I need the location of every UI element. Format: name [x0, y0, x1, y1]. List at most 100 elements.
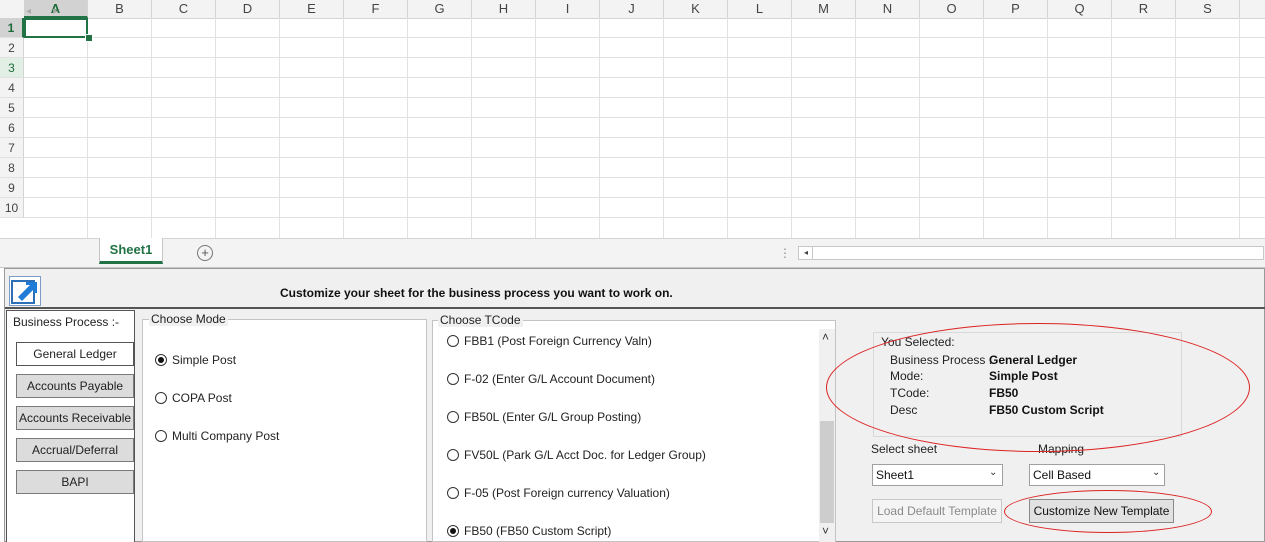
mode-copa-post-label[interactable]: COPA Post: [172, 391, 232, 405]
tcode-f02-radio[interactable]: [447, 373, 459, 385]
column-header-r[interactable]: R: [1112, 0, 1176, 18]
fill-handle[interactable]: [85, 34, 93, 42]
general-ledger-button[interactable]: General Ledger: [16, 342, 134, 366]
tcode-fb50-label[interactable]: FB50 (FB50 Custom Script): [464, 524, 611, 538]
grid-vline: [151, 18, 152, 238]
row-header-1[interactable]: 1: [0, 18, 24, 38]
grid-vline: [663, 18, 664, 238]
title-divider: [5, 307, 1265, 309]
load-default-template-button[interactable]: Load Default Template: [872, 499, 1002, 523]
grid-vline: [855, 18, 856, 238]
business-process-label: Business Process :-: [13, 315, 120, 329]
row-header-5[interactable]: 5: [0, 98, 24, 118]
annotation-ellipse-customize: [1004, 490, 1212, 533]
accounts-receivable-button[interactable]: Accounts Receivable: [16, 406, 134, 430]
grid-hline: [24, 137, 1265, 138]
grid-vline: [1047, 18, 1048, 238]
tcode-fbb1-label[interactable]: FBB1 (Post Foreign Currency Valn): [464, 334, 652, 348]
grid-vline: [791, 18, 792, 238]
annotation-ellipse-selection: [826, 323, 1250, 452]
tcode-fb50-radio[interactable]: [447, 525, 459, 537]
row-header-8[interactable]: 8: [0, 158, 24, 178]
mode-copa-post-radio[interactable]: [155, 392, 167, 404]
tab-splitter-icon[interactable]: ⋮: [779, 246, 791, 260]
column-header-b[interactable]: B: [88, 0, 152, 18]
column-header-e[interactable]: E: [280, 0, 344, 18]
grid-hline: [24, 77, 1265, 78]
tcode-fb50l-label[interactable]: FB50L (Enter G/L Group Posting): [464, 410, 641, 424]
row-header-3[interactable]: 3: [0, 58, 24, 78]
column-header-s[interactable]: S: [1176, 0, 1240, 18]
choose-tcode-group: [432, 320, 836, 542]
grid-vline: [215, 18, 216, 238]
selected-cell-a1[interactable]: [24, 18, 88, 38]
grid-hline: [24, 97, 1265, 98]
mode-multi-company-post-radio[interactable]: [155, 430, 167, 442]
grid-hline: [24, 217, 1265, 218]
grid-hline: [24, 177, 1265, 178]
grid-vline: [407, 18, 408, 238]
choose-mode-label: Choose Mode: [149, 312, 228, 326]
column-header-f[interactable]: F: [344, 0, 408, 18]
row-header-9[interactable]: 9: [0, 178, 24, 198]
tcode-f05-radio[interactable]: [447, 487, 459, 499]
column-header-j[interactable]: J: [600, 0, 664, 18]
prev-sheet-arrow-icon[interactable]: ◂: [26, 6, 31, 17]
row-header-2[interactable]: 2: [0, 38, 24, 58]
mapping-dropdown[interactable]: Cell Based: [1029, 464, 1165, 486]
column-header-l[interactable]: L: [728, 0, 792, 18]
grid-vline: [727, 18, 728, 238]
column-header-m[interactable]: M: [792, 0, 856, 18]
column-header-n[interactable]: N: [856, 0, 920, 18]
scroll-left-icon[interactable]: ◂: [800, 246, 813, 260]
mode-simple-post-radio[interactable]: [155, 354, 167, 366]
row-header-6[interactable]: 6: [0, 118, 24, 138]
bapi-button[interactable]: BAPI: [16, 470, 134, 494]
column-header-q[interactable]: Q: [1048, 0, 1112, 18]
sheet-tab-sheet1[interactable]: Sheet1: [99, 238, 163, 264]
spreadsheet-grid[interactable]: [0, 0, 1265, 238]
accounts-payable-button[interactable]: Accounts Payable: [16, 374, 134, 398]
chevron-down-icon[interactable]: ⌄: [1152, 467, 1160, 478]
grid-vline: [1239, 18, 1240, 238]
column-header-c[interactable]: C: [152, 0, 216, 18]
tcode-fv50l-label[interactable]: FV50L (Park G/L Acct Doc. for Ledger Gro…: [464, 448, 706, 462]
column-header-d[interactable]: D: [216, 0, 280, 18]
horizontal-scrollbar[interactable]: [798, 246, 1264, 260]
app-logo-arrow-icon: [9, 276, 41, 306]
grid-vline: [983, 18, 984, 238]
row-header-7[interactable]: 7: [0, 138, 24, 158]
mapping-value: Cell Based: [1033, 468, 1092, 482]
row-header-4[interactable]: 4: [0, 78, 24, 98]
tcode-fv50l-radio[interactable]: [447, 449, 459, 461]
mode-simple-post-label[interactable]: Simple Post: [172, 353, 236, 367]
column-header-p[interactable]: P: [984, 0, 1048, 18]
row-header-10[interactable]: 10: [0, 198, 24, 218]
pane-title: Customize your sheet for the business pr…: [280, 286, 673, 300]
scroll-thumb[interactable]: [820, 421, 834, 523]
scroll-up-icon[interactable]: ˄: [822, 330, 829, 344]
chevron-down-icon[interactable]: ⌄: [989, 467, 997, 478]
next-sheet-arrow-icon[interactable]: ▸: [53, 6, 58, 17]
mode-multi-company-post-label[interactable]: Multi Company Post: [172, 429, 279, 443]
choose-tcode-label: Choose TCode: [438, 313, 523, 327]
column-header-k[interactable]: K: [664, 0, 728, 18]
tcode-fb50l-radio[interactable]: [447, 411, 459, 423]
tcode-f05-label[interactable]: F-05 (Post Foreign currency Valuation): [464, 486, 670, 500]
column-header-h[interactable]: H: [472, 0, 536, 18]
grid-vline: [599, 18, 600, 238]
column-header-o[interactable]: O: [920, 0, 984, 18]
grid-vline: [87, 18, 88, 238]
column-header-i[interactable]: I: [536, 0, 600, 18]
select-all-corner[interactable]: [0, 0, 25, 18]
grid-vline: [279, 18, 280, 238]
add-sheet-icon[interactable]: +: [197, 245, 213, 261]
grid-vline: [919, 18, 920, 238]
select-sheet-dropdown[interactable]: Sheet1: [872, 464, 1003, 486]
tcode-fbb1-radio[interactable]: [447, 335, 459, 347]
tcode-f02-label[interactable]: F-02 (Enter G/L Account Document): [464, 372, 655, 386]
accrual-deferral-button[interactable]: Accrual/Deferral: [16, 438, 134, 462]
column-header-g[interactable]: G: [408, 0, 472, 18]
grid-vline: [471, 18, 472, 238]
scroll-down-icon[interactable]: ˅: [822, 524, 829, 538]
